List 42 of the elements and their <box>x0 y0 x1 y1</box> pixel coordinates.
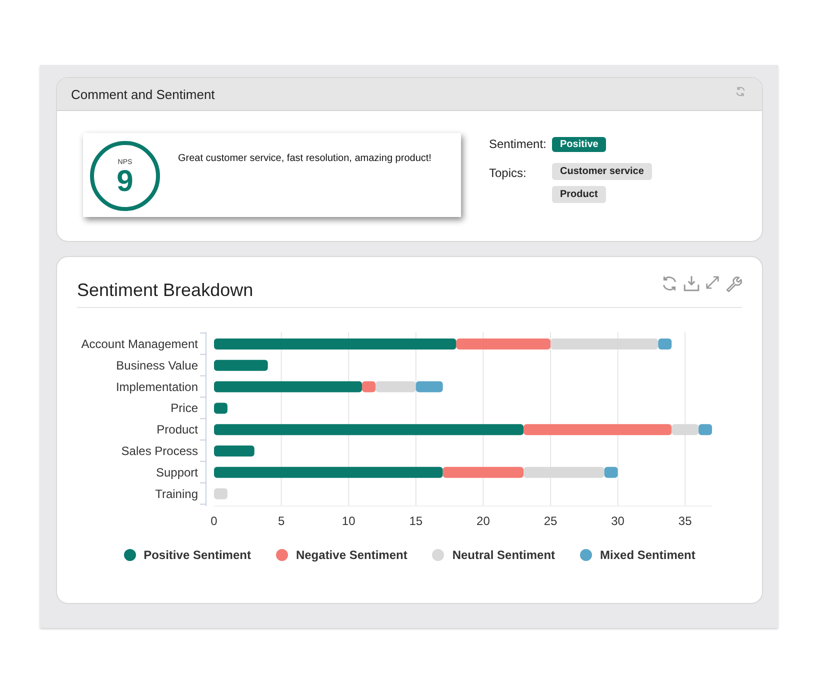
topic-tag: Customer service <box>552 163 652 180</box>
legend-label[interactable]: Mixed Sentiment <box>600 548 696 562</box>
category-label: Product <box>156 422 198 437</box>
category-label: Sales Process <box>121 444 198 458</box>
bar-segment <box>214 488 228 500</box>
category-label: Training <box>155 486 198 501</box>
tick-label: 25 <box>544 514 558 528</box>
panel-title: Comment and Sentiment <box>71 86 215 102</box>
legend-label[interactable]: Neutral Sentiment <box>452 548 556 562</box>
legend-dot <box>276 549 288 561</box>
topic-tag: Product <box>552 186 606 203</box>
category-label: Price <box>170 401 198 416</box>
legend-dot <box>432 549 444 561</box>
tick-label: 15 <box>409 514 423 528</box>
category-label: Implementation <box>116 380 198 394</box>
comment-text: Great customer service, fast resolution, amazing product! <box>178 153 432 164</box>
tick-label: 5 <box>278 514 285 528</box>
category-label: Account Management <box>81 337 198 351</box>
refresh-icon[interactable] <box>661 275 678 292</box>
download-icon[interactable] <box>683 275 700 292</box>
tick-label: 30 <box>611 514 624 528</box>
category-label: Support <box>156 465 198 480</box>
sentiment-label: Sentiment: <box>489 137 548 151</box>
tick-label: 20 <box>476 514 490 528</box>
expand-icon[interactable] <box>705 275 720 290</box>
topics-label: Topics: <box>489 166 528 180</box>
category-label: Business Value <box>116 358 198 372</box>
legend-dot <box>580 549 592 561</box>
tick-label: 35 <box>678 514 692 528</box>
bar-segment <box>214 360 268 371</box>
nps-score: 9 <box>116 166 134 198</box>
bar-segment <box>214 446 254 456</box>
chart-title: Sentiment Breakdown <box>77 280 254 302</box>
bar-segment <box>214 402 228 414</box>
legend-dot <box>124 549 136 561</box>
tick-label: 0 <box>210 514 218 528</box>
legend-label[interactable]: Positive Sentiment <box>144 548 251 562</box>
tick-label: 10 <box>342 514 356 528</box>
wrench-icon[interactable] <box>725 275 742 292</box>
sentiment-tag: Positive <box>552 137 606 152</box>
refresh-icon[interactable] <box>735 86 746 96</box>
legend-label[interactable]: Negative Sentiment <box>296 548 408 562</box>
